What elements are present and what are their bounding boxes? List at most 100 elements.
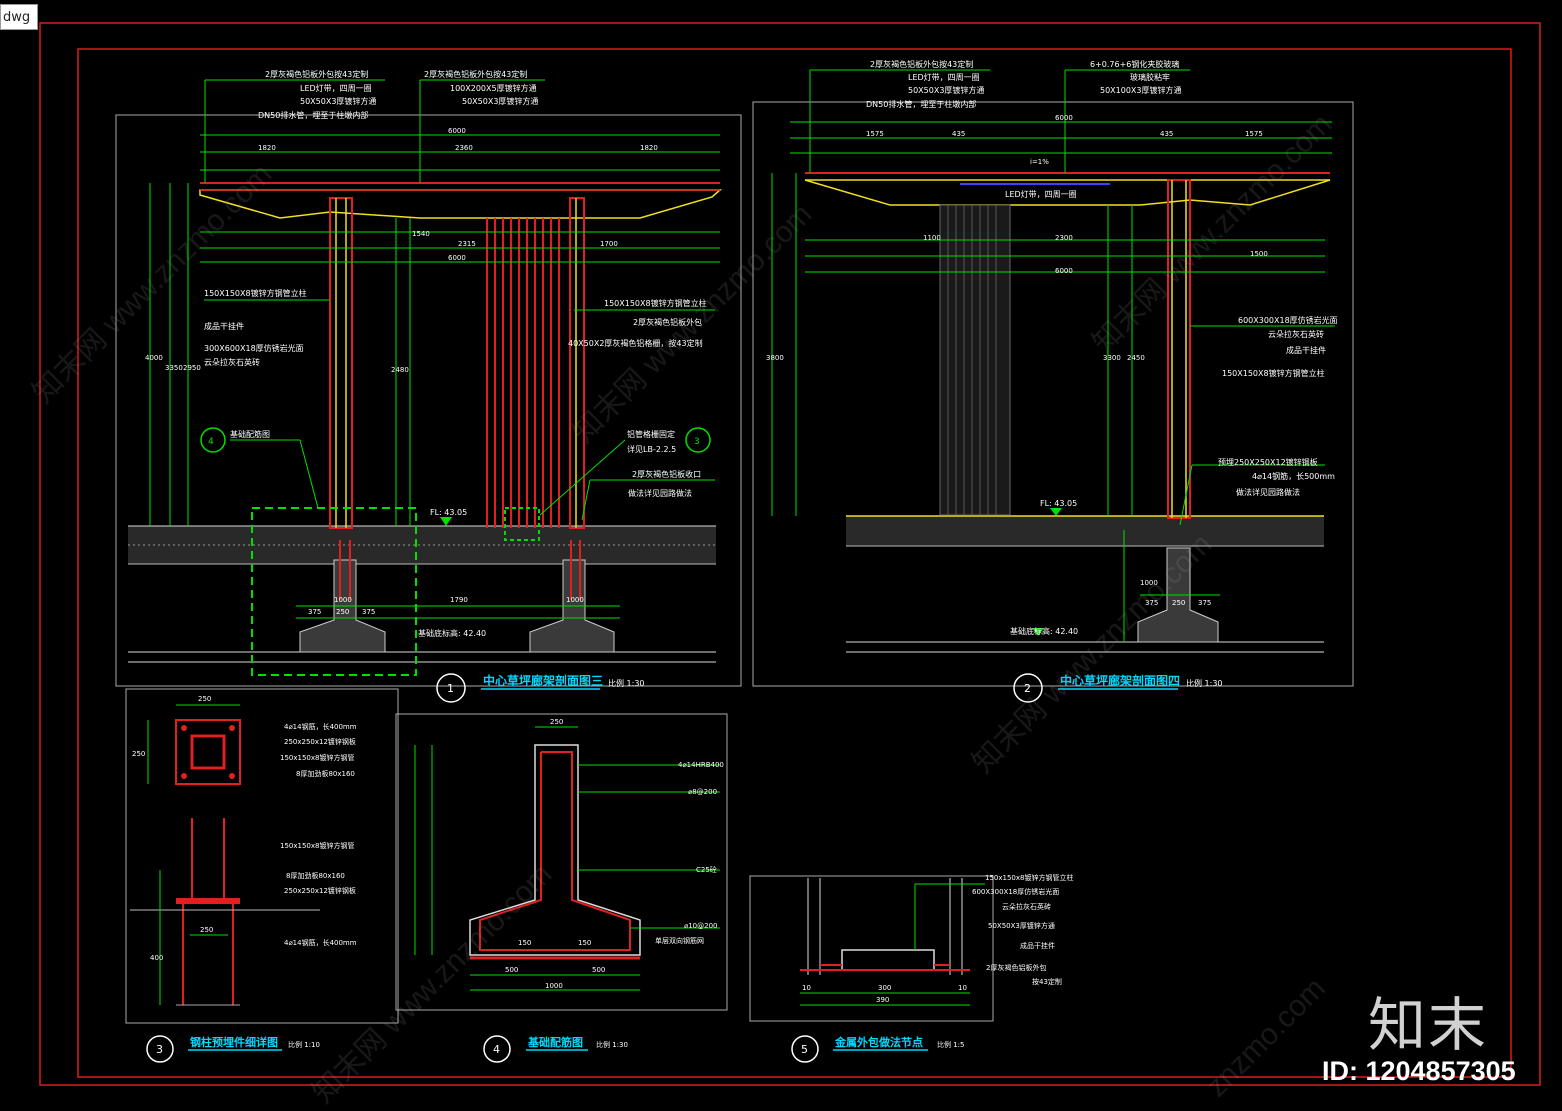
note-text: 150X150X8镀锌方钢管立柱 bbox=[1222, 368, 1325, 378]
dim-text: 1575 bbox=[866, 130, 884, 138]
elevation-label: FL: 43.05 bbox=[430, 508, 467, 517]
dim-text: 6000 bbox=[1055, 267, 1073, 275]
dim-text: 1700 bbox=[600, 240, 618, 248]
note-text: 云朵拉灰石英砖 bbox=[1002, 902, 1051, 911]
dim-text: 1790 bbox=[450, 596, 468, 604]
note-text: 成品干挂件 bbox=[1286, 345, 1326, 355]
dim-text: 2360 bbox=[455, 144, 473, 152]
dim-text: 500 bbox=[592, 966, 605, 974]
dim-text: 150 bbox=[518, 939, 531, 947]
note-text: LED灯带，四周一圈 bbox=[1005, 189, 1077, 199]
dim-text: 1820 bbox=[258, 144, 276, 152]
brand-logo: 知末 bbox=[1368, 991, 1489, 1059]
detail-ref-4: 4 bbox=[208, 437, 214, 447]
dim-text: 375 bbox=[362, 608, 375, 616]
note-text: 8厚加劲板80x160 bbox=[286, 871, 345, 880]
dim-text: 4000 bbox=[145, 354, 163, 362]
view3-scale: 比例 1:10 bbox=[288, 1040, 320, 1049]
note-text: ⌀8@200 bbox=[688, 788, 717, 796]
dim-text: 10 bbox=[802, 984, 811, 992]
dim-text: 1820 bbox=[640, 144, 658, 152]
detail-ref-3: 3 bbox=[694, 437, 700, 447]
dim-text: 6000 bbox=[448, 254, 466, 262]
view4-number: 4 bbox=[493, 1043, 500, 1056]
note-text: 150x150x8镀锌方钢管 bbox=[280, 841, 354, 850]
note-text: 50X50X3厚镀锌方通 bbox=[908, 85, 984, 95]
dim-text: 390 bbox=[876, 996, 889, 1004]
dim-text: 250 bbox=[1172, 599, 1185, 607]
note-text: 基础配筋图 bbox=[230, 429, 270, 439]
note-text: 50X50X3厚镀锌方通 bbox=[462, 96, 538, 106]
dim-text: 435 bbox=[952, 130, 965, 138]
note-text: 2厚灰褐色铝板收口 bbox=[632, 469, 701, 479]
note-text: 做法详见园路做法 bbox=[1236, 487, 1300, 497]
note-text: 2厚灰褐色铝板外包按43定制 bbox=[265, 69, 368, 79]
drawing-id: ID: 1204857305 bbox=[1322, 1056, 1516, 1086]
note-text: 4⌀14钢筋，长500mm bbox=[1252, 471, 1335, 481]
note-text: DN50排水管，埋至于柱墩内部 bbox=[258, 110, 368, 120]
note-text: 4⌀14钢筋，长400mm bbox=[284, 938, 357, 947]
elevation-label: 基础底标高: 42.40 bbox=[1010, 626, 1078, 636]
note-text: 4⌀14钢筋，长400mm bbox=[284, 722, 357, 731]
dim-text: 435 bbox=[1160, 130, 1173, 138]
note-text: LED灯带，四周一圈 bbox=[908, 72, 980, 82]
dim-text: 1100 bbox=[923, 234, 941, 242]
note-text: 2厚灰褐色铝板外包按43定制 bbox=[870, 59, 973, 69]
note-text: 云朵拉灰石英砖 bbox=[1268, 329, 1324, 339]
note-text: 50X100X3厚镀锌方通 bbox=[1100, 85, 1182, 95]
view5-title: 金属外包做法节点 bbox=[834, 1035, 923, 1049]
dim-text: 250 bbox=[132, 750, 145, 758]
dim-text: 2315 bbox=[458, 240, 476, 248]
dim-text: 1540 bbox=[412, 230, 430, 238]
note-text: 2厚灰褐色铝板外包 bbox=[986, 963, 1046, 972]
note-text: 玻璃胶粘牢 bbox=[1130, 72, 1170, 82]
dim-text: 3350 bbox=[165, 364, 183, 372]
dim-text: 250 bbox=[198, 695, 211, 703]
view4-scale: 比例 1:30 bbox=[596, 1040, 628, 1049]
note-text: 2厚灰褐色铝板外包按43定制 bbox=[424, 69, 527, 79]
note-text: 150X150X8镀锌方钢管立柱 bbox=[204, 288, 307, 298]
dim-text: 250 bbox=[336, 608, 349, 616]
dim-text: 6000 bbox=[448, 127, 466, 135]
note-text: 600X300X18厚仿锈岩光面 bbox=[972, 887, 1059, 896]
dim-text: 400 bbox=[150, 954, 163, 962]
dim-text: 300 bbox=[878, 984, 891, 992]
elevation-label: 基础底标高: 42.40 bbox=[418, 628, 486, 638]
dim-text: 10 bbox=[958, 984, 967, 992]
note-text: 预埋250X250X12镀锌钢板 bbox=[1218, 457, 1318, 467]
note-text: 150x150x8镀锌方钢管 bbox=[280, 753, 354, 762]
dim-text: 1000 bbox=[566, 596, 584, 604]
note-text: 6+0.76+6钢化夹胶玻璃 bbox=[1090, 59, 1179, 69]
dim-text: 1500 bbox=[1250, 250, 1268, 258]
note-text: 成品干挂件 bbox=[204, 321, 244, 331]
note-text: 成品干挂件 bbox=[1020, 941, 1055, 950]
note-text: 250x250x12镀锌钢板 bbox=[284, 737, 356, 746]
dim-text: 3800 bbox=[766, 354, 784, 362]
dim-text: 1000 bbox=[545, 982, 563, 990]
note-text: 单层双向钢筋网 bbox=[655, 936, 704, 945]
dim-text: 1575 bbox=[1245, 130, 1263, 138]
view3-title: 钢柱预埋件细详图 bbox=[190, 1035, 278, 1049]
view4-title: 基础配筋图 bbox=[527, 1035, 583, 1049]
view5-scale: 比例 1:5 bbox=[937, 1040, 965, 1049]
note-text: 150x150x8镀锌方钢管立柱 bbox=[985, 873, 1073, 882]
dim-text: 250 bbox=[200, 926, 213, 934]
view1-title: 中心草坪廊架剖面图三 bbox=[483, 673, 603, 688]
view1-number: 1 bbox=[447, 682, 454, 695]
view2-scale: 比例 1:30 bbox=[1186, 678, 1223, 688]
dim-text: 150 bbox=[578, 939, 591, 947]
view2-section bbox=[771, 69, 1335, 653]
dim-text: 500 bbox=[505, 966, 518, 974]
view5-border bbox=[749, 875, 994, 1022]
dim-text: 375 bbox=[1198, 599, 1211, 607]
note-text: LED灯带，四周一圈 bbox=[300, 83, 372, 93]
view3-number: 3 bbox=[156, 1043, 163, 1056]
note-text: 按43定制 bbox=[1032, 977, 1062, 986]
note-text: 8厚加劲板80x160 bbox=[296, 769, 355, 778]
note-text: 50X50X3厚镀锌方通 bbox=[988, 921, 1055, 930]
note-text: 100X200X5厚镀锌方通 bbox=[450, 83, 537, 93]
dim-text: 375 bbox=[308, 608, 321, 616]
elevation-label: FL: 43.05 bbox=[1040, 499, 1077, 508]
dim-text: 2950 bbox=[183, 364, 201, 372]
note-text: 详见LB-2.2.5 bbox=[627, 444, 676, 454]
